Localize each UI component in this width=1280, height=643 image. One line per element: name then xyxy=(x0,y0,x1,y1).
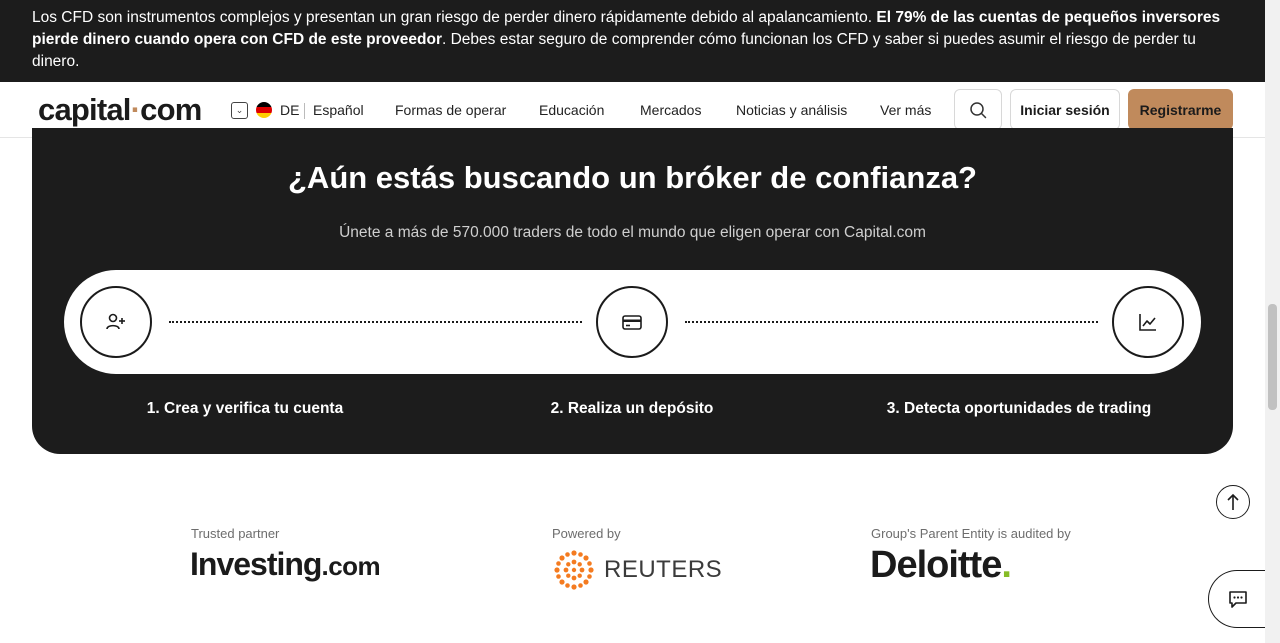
reuters-wordmark: REUTERS xyxy=(604,556,723,583)
search-icon xyxy=(970,101,987,118)
scroll-to-top-button[interactable] xyxy=(1216,485,1250,519)
step-3-circle xyxy=(1112,286,1184,358)
region-code[interactable]: DE xyxy=(280,102,299,118)
risk-text: Los CFD son instrumentos complejos y pre… xyxy=(32,9,877,26)
nav-news-analysis[interactable]: Noticias y análisis xyxy=(736,102,847,118)
audited-by-caption: Group's Parent Entity is audited by xyxy=(871,526,1071,541)
deloitte-logo[interactable]: Deloitte. xyxy=(870,544,1012,587)
step-2-circle xyxy=(596,286,668,358)
step-1-circle xyxy=(80,286,152,358)
reuters-dots-icon xyxy=(554,550,594,590)
chat-bubble-icon xyxy=(1229,591,1247,608)
powered-by-caption: Powered by xyxy=(552,526,621,541)
promo-title: ¿Aún estás buscando un bróker de confian… xyxy=(288,160,977,195)
trusted-broker-promo: ¿Aún estás buscando un bróker de confian… xyxy=(32,128,1233,454)
page-scrollbar[interactable] xyxy=(1265,0,1280,643)
step-connector xyxy=(685,321,1098,323)
arrow-up-icon xyxy=(1227,493,1239,510)
capital-com-logo[interactable]: capital·com xyxy=(38,92,202,128)
search-button[interactable] xyxy=(954,89,1002,130)
chart-line-icon xyxy=(1139,314,1156,331)
register-button[interactable]: Registrarme xyxy=(1128,89,1233,130)
step-3-label: 3. Detecta oportunidades de trading xyxy=(886,400,1152,417)
step-connector xyxy=(169,321,582,323)
divider xyxy=(304,103,305,119)
scrollbar-thumb[interactable] xyxy=(1268,304,1277,410)
investing-com-logo[interactable]: Investing.com xyxy=(190,546,381,583)
credit-card-icon xyxy=(622,315,642,330)
language-selector[interactable]: Español xyxy=(313,102,364,118)
trusted-partner-caption: Trusted partner xyxy=(191,526,280,541)
chevron-down-icon[interactable]: ⌄ xyxy=(231,102,248,119)
germany-flag-icon xyxy=(256,102,272,118)
login-button[interactable]: Iniciar sesión xyxy=(1010,89,1120,130)
reuters-logo[interactable]: REUTERS xyxy=(552,548,722,592)
nav-more[interactable]: Ver más xyxy=(880,102,931,118)
promo-subtitle: Únete a más de 570.000 traders de todo e… xyxy=(339,224,926,241)
nav-education[interactable]: Educación xyxy=(539,102,604,118)
step-1-label: 1. Crea y verifica tu cuenta xyxy=(146,400,344,417)
steps-track xyxy=(64,270,1201,374)
nav-markets[interactable]: Mercados xyxy=(640,102,701,118)
add-user-icon xyxy=(106,313,125,330)
risk-warning-banner: Los CFD son instrumentos complejos y pre… xyxy=(0,0,1265,82)
nav-trading-types[interactable]: Formas de operar xyxy=(395,102,506,118)
step-2-label: 2. Realiza un depósito xyxy=(550,400,714,417)
